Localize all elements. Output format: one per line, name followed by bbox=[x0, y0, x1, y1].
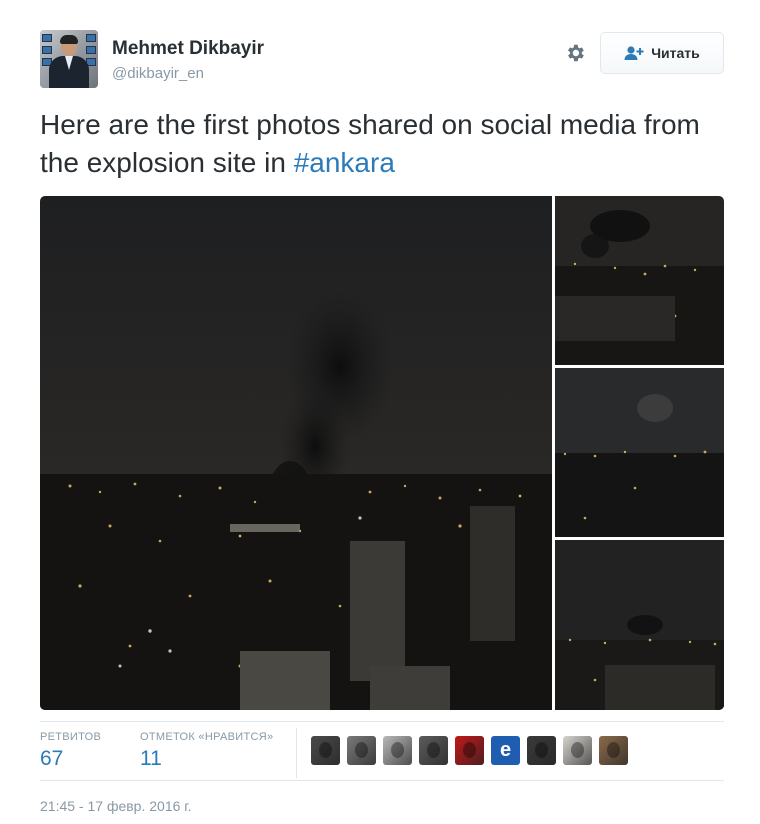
liker-avatar[interactable] bbox=[419, 736, 448, 765]
tweet-text: Here are the first photos shared on soci… bbox=[40, 106, 720, 182]
tweet-header: Mehmet Dikbayir @dikbayir_en Читать bbox=[40, 30, 724, 90]
hashtag-link[interactable]: #ankara bbox=[294, 147, 395, 178]
tweet-stats: РЕТВИТОВ 67 ОТМЕТОК «НРАВИТСЯ» 11 e bbox=[40, 721, 724, 781]
liker-glyph: e bbox=[499, 739, 512, 761]
settings-button[interactable] bbox=[562, 40, 588, 66]
liker-avatar[interactable] bbox=[455, 736, 484, 765]
tweet-timestamp[interactable]: 21:45 - 17 февр. 2016 г. bbox=[40, 798, 192, 814]
liker-avatar[interactable] bbox=[599, 736, 628, 765]
retweets-label: РЕТВИТОВ bbox=[40, 731, 102, 743]
liker-avatar[interactable] bbox=[563, 736, 592, 765]
likes-stat[interactable]: ОТМЕТОК «НРАВИТСЯ» 11 bbox=[140, 731, 273, 771]
author-name[interactable]: Mehmet Dikbayir bbox=[112, 38, 264, 60]
follow-button[interactable]: Читать bbox=[600, 32, 724, 74]
liker-avatar[interactable] bbox=[527, 736, 556, 765]
photo-4[interactable] bbox=[555, 540, 724, 710]
retweets-count: 67 bbox=[40, 747, 64, 770]
photo-3[interactable] bbox=[555, 368, 724, 537]
likes-count: 11 bbox=[140, 747, 162, 770]
add-user-icon bbox=[624, 46, 644, 60]
gear-icon bbox=[568, 44, 584, 62]
likes-label: ОТМЕТОК «НРАВИТСЯ» bbox=[140, 731, 274, 743]
photo-main[interactable] bbox=[40, 196, 552, 710]
liker-avatar[interactable] bbox=[347, 736, 376, 765]
retweets-stat[interactable]: РЕТВИТОВ 67 bbox=[40, 731, 101, 771]
photo-2[interactable] bbox=[555, 196, 724, 365]
follow-label: Читать bbox=[651, 45, 700, 61]
liker-avatar[interactable] bbox=[383, 736, 412, 765]
media-grid bbox=[40, 196, 724, 710]
author-avatar[interactable] bbox=[40, 30, 98, 88]
liker-avatar[interactable]: e bbox=[491, 736, 520, 765]
stats-divider bbox=[296, 728, 297, 778]
likers-avatars: e bbox=[311, 736, 628, 765]
liker-avatar[interactable] bbox=[311, 736, 340, 765]
author-handle[interactable]: @dikbayir_en bbox=[112, 65, 204, 82]
